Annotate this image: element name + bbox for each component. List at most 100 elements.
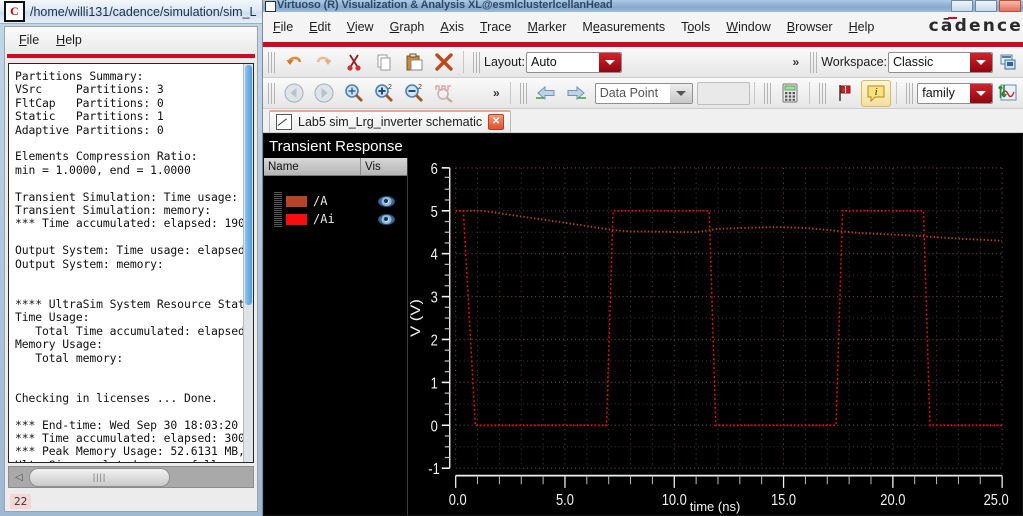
y-axis-label: V (V) [408,299,423,337]
zoom-fit-icon[interactable] [340,81,368,106]
workspace-label: Workspace: [821,55,887,69]
zoom-in-icon[interactable]: 2 [370,81,398,106]
column-header-vis[interactable]: Vis [361,158,407,175]
tree-line [274,210,282,228]
log-text-area[interactable]: Partitions Summary: VSrc Partitions: 3 F… [8,63,254,463]
close-button[interactable] [999,0,1021,12]
forward-icon[interactable] [310,81,338,106]
zoom-waveform-icon[interactable] [430,81,458,106]
menu-measurements[interactable]: Measurements [582,20,665,34]
log-window-titlebar[interactable]: C /home/willi131/cadence/simulation/sim_… [0,0,262,24]
menu-file[interactable]: File [273,20,293,34]
signal-name: /Ai [313,212,335,226]
next-point-icon[interactable] [562,81,590,106]
eye-icon [377,195,395,207]
workspace-value: Classic [893,55,934,69]
chevron-down-icon[interactable] [969,83,992,103]
virtuoso-menubar: File Edit View Graph Axis Trace Marker M… [263,12,1023,42]
calculator-icon[interactable] [776,81,804,106]
workspace-combobox[interactable]: Classic [888,51,993,73]
log-scroll-left-arrow[interactable]: ◁ [9,468,29,486]
tab-close-icon[interactable]: ✕ [488,114,505,130]
log-menu-file[interactable]: File [19,33,39,47]
workspace-toolbar-grip[interactable] [810,51,819,73]
ytick-5: 5 [431,204,438,222]
menu-view[interactable]: View [347,20,374,34]
signal-list-spacer [264,176,407,192]
waveform-plot[interactable]: 6 5 4 3 2 1 0 -1 V (V) 0.0 5.0 10.0 15.0… [408,158,1022,515]
redo-icon[interactable] [310,50,338,75]
menu-axis[interactable]: Axis [440,20,464,34]
layout-combobox[interactable]: Auto [526,51,623,73]
cut-icon[interactable] [340,50,368,75]
log-horizontal-scroll-thumb[interactable]: |||| [29,467,170,487]
chevron-down-icon[interactable] [670,83,693,103]
menu-browser[interactable]: Browser [787,20,833,34]
plot-pane: Transient Response Name Vis /A /Ai 6 5 4… [263,133,1023,516]
log-horizontal-scrollbar[interactable]: ◁ |||| [8,466,254,488]
family-toolbar-grip[interactable] [906,82,915,104]
toolbar2-overflow-button[interactable]: » [487,86,506,100]
menu-window[interactable]: Window [726,20,770,34]
menu-marker[interactable]: Marker [527,20,566,34]
datapoint-combobox[interactable]: Data Point [594,82,694,104]
menu-edit[interactable]: Edit [309,20,331,34]
tab-lab5-sim-inverter[interactable]: Lab5 sim_Lrg_inverter schematic ✕ [269,110,512,132]
graph-canvas-area[interactable]: 6 5 4 3 2 1 0 -1 V (V) 0.0 5.0 10.0 15.0… [408,158,1022,515]
visibility-toggle-ai[interactable] [365,213,407,225]
marker-toolbar-grip[interactable] [819,82,828,104]
plot-main-area: Name Vis /A /Ai 6 5 4 3 2 1 0 -1 V (V) 0… [264,158,1022,515]
undo-icon[interactable] [280,50,308,75]
menu-graph[interactable]: Graph [390,20,425,34]
chevron-down-icon[interactable] [599,52,622,72]
zoom-toolbar-grip[interactable] [268,82,276,104]
toolbar1-overflow-button[interactable]: » [787,55,806,69]
virtuoso-titlebar[interactable]: Virtuoso (R) Visualization & Analysis XL… [263,0,1023,12]
annotation-icon[interactable]: i [861,79,892,107]
toolbar-grip[interactable] [268,51,276,73]
tab-label: Lab5 sim_Lrg_inverter schematic [298,115,483,129]
menu-help[interactable]: Help [849,20,875,34]
calc-toolbar-grip[interactable] [764,82,773,104]
ytick-1: 1 [431,375,438,393]
virtuoso-window-title: Virtuoso (R) Visualization & Analysis XL… [277,0,613,11]
toolbar-separator-4 [809,82,811,104]
svg-text:i: i [875,86,878,98]
signal-row-a[interactable]: /A [264,192,407,210]
toolbar-separator-5 [896,82,898,104]
ytick-2: 2 [431,332,438,350]
log-menu-help[interactable]: Help [56,33,82,47]
maximize-button[interactable] [975,0,997,12]
column-header-name[interactable]: Name [264,158,361,175]
simulation-log-window: C /home/willi131/cadence/simulation/sim_… [0,0,262,516]
family-combobox[interactable]: family [917,82,993,104]
toolbar-separator [463,51,464,73]
zoom-out-icon[interactable]: 2 [400,81,428,106]
ytick-6: 6 [431,161,438,179]
prev-point-icon[interactable] [532,81,560,106]
chevron-down-icon[interactable] [970,52,992,72]
paste-icon[interactable] [400,50,428,75]
layout-toolbar-grip[interactable] [473,51,481,73]
menu-trace[interactable]: Trace [480,20,512,34]
menu-tools[interactable]: Tools [681,20,710,34]
x-axis-label: time (ns) [689,499,741,514]
back-icon[interactable] [280,81,308,106]
visibility-toggle-a[interactable] [365,195,407,207]
datapoint-numeric-field[interactable] [697,81,751,105]
signal-color-swatch [286,213,307,225]
graph-tab-icon [276,114,292,130]
save-workspace-icon[interactable] [994,50,1022,75]
flag-icon[interactable] [831,81,859,106]
delete-icon[interactable] [430,50,458,75]
signal-row-ai[interactable]: /Ai [264,210,407,228]
minimize-button[interactable] [951,0,973,12]
datapoint-toolbar-grip[interactable] [519,82,528,104]
ytick-0: 0 [431,418,438,436]
split-traces-icon[interactable] [994,81,1022,106]
layout-label: Layout: [484,55,526,69]
log-vertical-scrollbar[interactable] [243,64,253,462]
log-vertical-scroll-thumb[interactable] [245,65,252,305]
layout-value: Auto [531,55,557,69]
copy-icon[interactable] [370,50,398,75]
